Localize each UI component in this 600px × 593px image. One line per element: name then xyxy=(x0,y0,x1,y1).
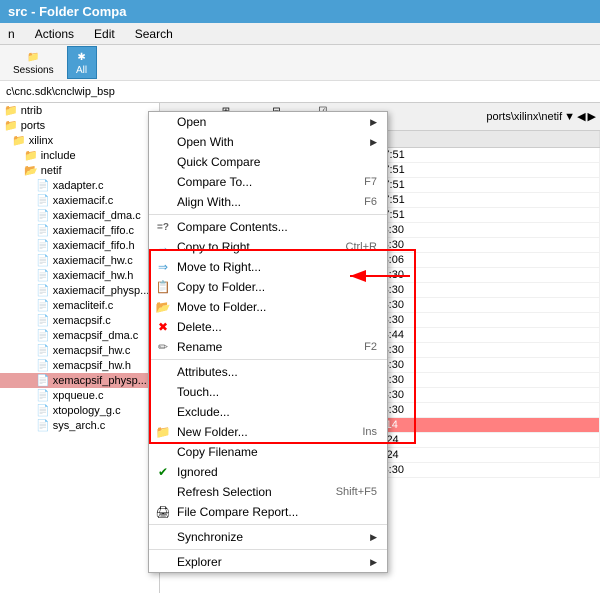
delete-icon: ✖ xyxy=(155,319,171,335)
menu-compare-contents[interactable]: =? Compare Contents... xyxy=(149,217,387,237)
separator-3 xyxy=(149,524,387,525)
separator-1 xyxy=(149,214,387,215)
toolbar: 📁 Sessions ✱ All xyxy=(0,45,600,81)
copy-right-icon: → xyxy=(155,239,171,255)
path-text: c\cnc.sdk\cnclwip_bsp xyxy=(6,86,115,98)
compare-contents-icon: =? xyxy=(155,219,171,235)
menu-item-actions[interactable]: Actions xyxy=(31,26,78,42)
menu-move-to-right[interactable]: ⇒ Move to Right... xyxy=(149,257,387,277)
menu-ignored[interactable]: ✔ Ignored xyxy=(149,462,387,482)
menu-explorer[interactable]: Explorer xyxy=(149,552,387,572)
separator-2 xyxy=(149,359,387,360)
menu-copy-filename[interactable]: Copy Filename xyxy=(149,442,387,462)
menu-delete[interactable]: ✖ Delete... xyxy=(149,317,387,337)
menu-item-search[interactable]: Search xyxy=(131,26,177,42)
menu-compare-to[interactable]: Compare To... F7 xyxy=(149,172,387,192)
context-menu-overlay: Open Open With Quick Compare Compare To.… xyxy=(0,103,600,593)
context-menu: Open Open With Quick Compare Compare To.… xyxy=(148,111,388,573)
sessions-icon: 📁 xyxy=(25,49,41,65)
all-icon: ✱ xyxy=(74,49,90,65)
menu-file-compare-report[interactable]: 🖨 File Compare Report... xyxy=(149,502,387,522)
menu-align-with[interactable]: Align With... F6 xyxy=(149,192,387,212)
rename-icon: ✏ xyxy=(155,339,171,355)
print-icon: 🖨 xyxy=(155,504,171,520)
title-bar: src - Folder Compa xyxy=(0,0,600,23)
menu-touch[interactable]: Touch... xyxy=(149,382,387,402)
menu-copy-to-right[interactable]: → Copy to Right... Ctrl+R xyxy=(149,237,387,257)
move-right-icon: ⇒ xyxy=(155,259,171,275)
menu-quick-compare[interactable]: Quick Compare xyxy=(149,152,387,172)
main-content: 📁 ntrib 📁 ports 📁 xilinx 📁 include 📂 net… xyxy=(0,103,600,593)
menu-new-folder[interactable]: 📁 New Folder... Ins xyxy=(149,422,387,442)
copy-folder-icon: 📋 xyxy=(155,279,171,295)
sessions-button[interactable]: 📁 Sessions xyxy=(6,46,61,79)
menu-move-to-folder[interactable]: 📂 Move to Folder... xyxy=(149,297,387,317)
menu-refresh-selection[interactable]: Refresh Selection Shift+F5 xyxy=(149,482,387,502)
menu-copy-to-folder[interactable]: 📋 Copy to Folder... xyxy=(149,277,387,297)
menu-synchronize[interactable]: Synchronize xyxy=(149,527,387,547)
path-bar: c\cnc.sdk\cnclwip_bsp xyxy=(0,81,600,103)
check-icon: ✔ xyxy=(155,464,171,480)
menu-item-edit[interactable]: Edit xyxy=(90,26,119,42)
all-button[interactable]: ✱ All xyxy=(67,46,97,79)
menu-item-n[interactable]: n xyxy=(4,26,19,42)
sessions-label: Sessions xyxy=(13,65,54,76)
menu-open-with[interactable]: Open With xyxy=(149,132,387,152)
all-label: All xyxy=(76,65,87,76)
menu-bar: n Actions Edit Search xyxy=(0,23,600,45)
new-folder-icon: 📁 xyxy=(155,424,171,440)
move-folder-icon: 📂 xyxy=(155,299,171,315)
menu-open[interactable]: Open xyxy=(149,112,387,132)
separator-4 xyxy=(149,549,387,550)
menu-rename[interactable]: ✏ Rename F2 xyxy=(149,337,387,357)
menu-exclude[interactable]: Exclude... xyxy=(149,402,387,422)
menu-attributes[interactable]: Attributes... xyxy=(149,362,387,382)
title-text: src - Folder Compa xyxy=(8,4,126,19)
